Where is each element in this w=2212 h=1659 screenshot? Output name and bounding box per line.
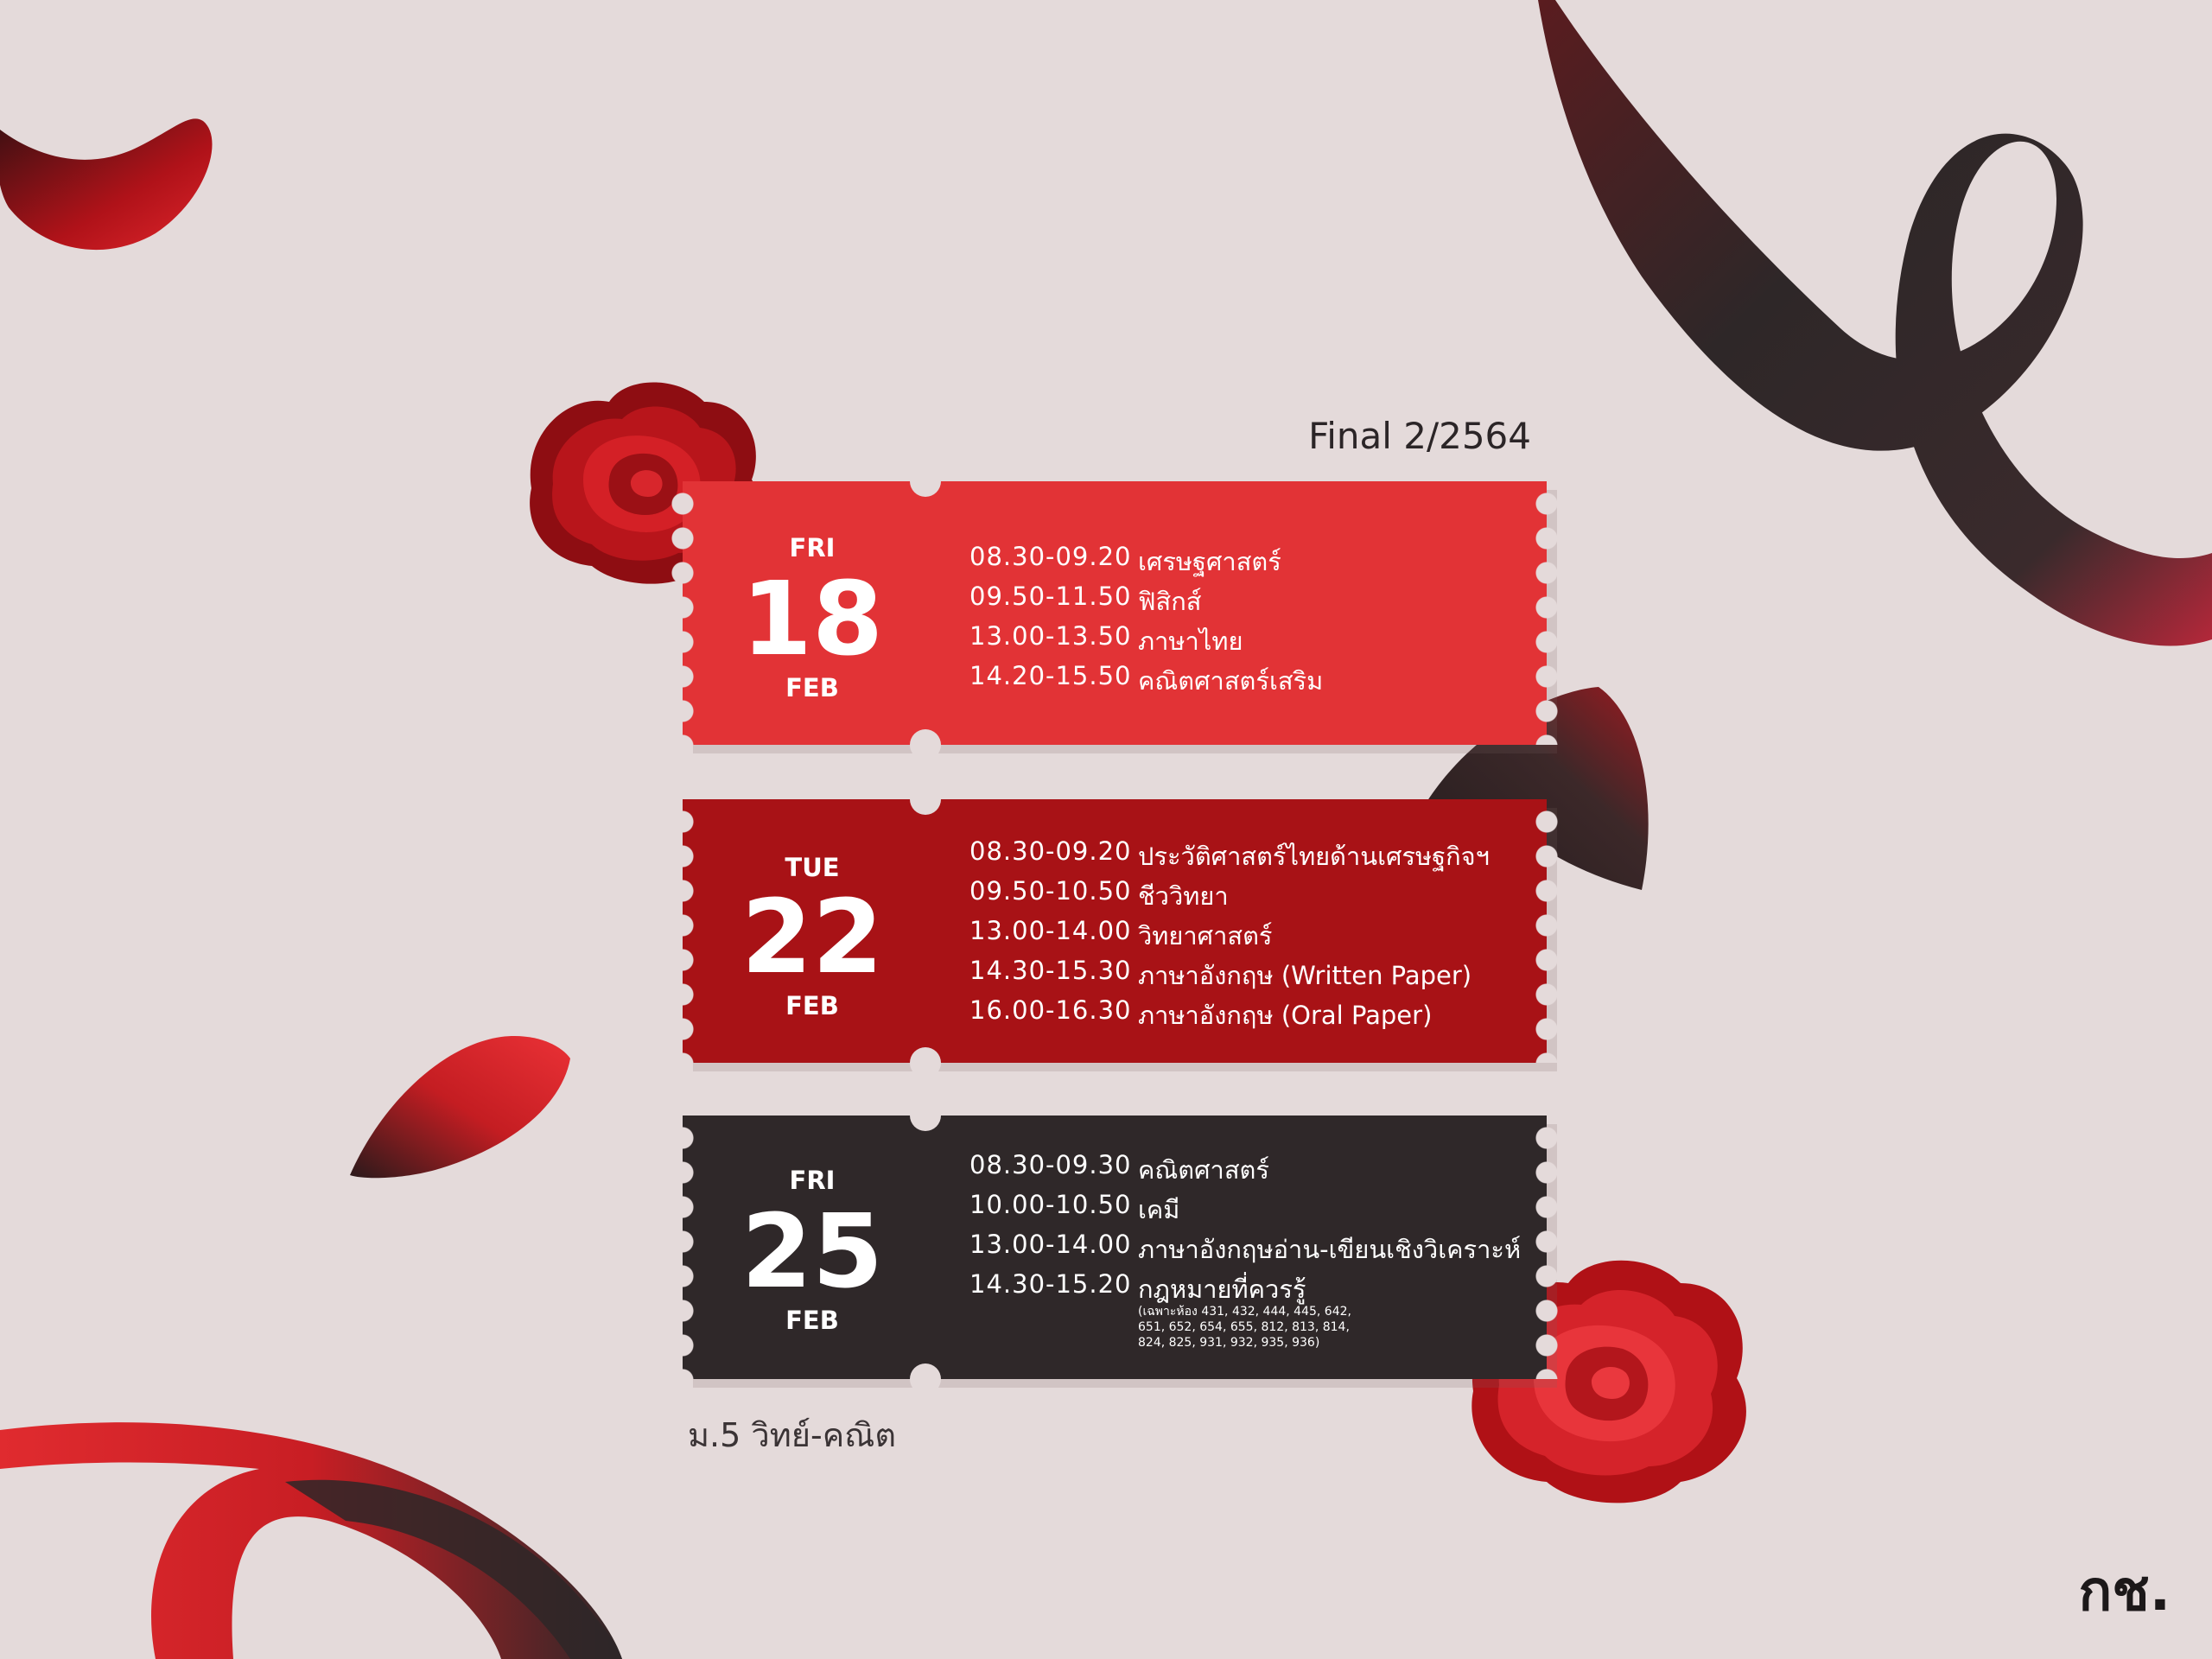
exam-subject: ชีววิทยา — [1138, 881, 1229, 911]
ticket-date: FRI 18 FEB — [683, 481, 942, 745]
room-note: (เฉพาะห้อง 431, 432, 444, 445, 642, 651,… — [1138, 1304, 1397, 1351]
ticket-day: FRI — [789, 1166, 836, 1195]
exam-time: 13.00-13.50 — [969, 621, 1132, 651]
exam-ticket-3: FRI 25 FEB 08.30-09.30 คณิตศาสตร์ 10.00-1… — [671, 1100, 1559, 1395]
exam-time: 13.00-14.00 — [969, 916, 1132, 945]
room-note-line: 824, 825, 931, 932, 935, 936) — [1138, 1336, 1320, 1350]
petal-middle-left — [350, 1036, 570, 1179]
exam-subject: เคมี — [1138, 1195, 1180, 1224]
room-note-line: (เฉพาะห้อง 431, 432, 444, 445, 642, — [1138, 1305, 1351, 1319]
ticket-month: FEB — [785, 673, 839, 702]
exam-subject: ภาษาอังกฤษ (Oral Paper) — [1138, 1001, 1433, 1030]
ticket-date-number: 18 — [741, 559, 884, 678]
exam-subject: ภาษาอังกฤษ (Written Paper) — [1138, 961, 1472, 990]
exam-time: 14.30-15.30 — [969, 956, 1132, 985]
logo-mark: กช. — [2078, 1560, 2171, 1624]
exam-time: 08.30-09.20 — [969, 542, 1132, 571]
room-note-line: 651, 652, 654, 655, 812, 813, 814, — [1138, 1320, 1350, 1334]
exam-subject: คณิตศาสตร์ — [1138, 1155, 1269, 1185]
exam-time: 14.20-15.50 — [969, 661, 1132, 690]
exam-subject: ภาษาไทย — [1138, 626, 1243, 656]
exam-time: 09.50-10.50 — [969, 876, 1132, 906]
ticket-month: FEB — [785, 1306, 839, 1335]
petal-top-left — [0, 118, 213, 250]
ticket-day: FRI — [789, 533, 836, 563]
exam-subject: ฟิสิกส์ — [1138, 587, 1202, 616]
ribbon-bottom-left — [0, 1422, 622, 1659]
ticket-month: FEB — [785, 991, 839, 1020]
exam-subject: คณิตศาสตร์เสริม — [1138, 666, 1324, 696]
ticket-date: FRI 25 FEB — [683, 1116, 942, 1379]
exam-subject: ประวัติศาสตร์ไทยด้านเศรษฐกิจฯ — [1138, 842, 1490, 871]
grade-label: ม.5 วิทย์-คณิต — [688, 1416, 897, 1454]
exam-time: 08.30-09.20 — [969, 836, 1132, 866]
exam-subject: วิทยาศาสตร์ — [1138, 921, 1273, 950]
exam-time: 14.30-15.20 — [969, 1269, 1132, 1299]
exam-ticket-1: FRI 18 FEB 08.30-09.20 เศรษฐศาสตร์ 09.50-… — [671, 466, 1559, 760]
exam-time: 08.30-09.30 — [969, 1150, 1132, 1179]
exam-time: 13.00-14.00 — [969, 1230, 1132, 1259]
exam-ticket-2: TUE 22 FEB 08.30-09.20 ประวัติศาสตร์ไทยด้… — [671, 784, 1559, 1078]
exam-time: 09.50-11.50 — [969, 582, 1132, 611]
exam-subject: ภาษาอังกฤษอ่าน-เขียนเชิงวิเคราะห์ — [1138, 1235, 1522, 1264]
exam-title: Final 2/2564 — [1308, 415, 1531, 457]
exam-subject: เศรษฐศาสตร์ — [1138, 547, 1281, 576]
ticket-date: TUE 22 FEB — [683, 799, 942, 1063]
ticket-date-number: 25 — [741, 1192, 884, 1311]
ribbon-top-right — [1538, 0, 2212, 646]
ticket-date-number: 22 — [741, 877, 884, 996]
exam-time: 10.00-10.50 — [969, 1190, 1132, 1219]
exam-time: 16.00-16.30 — [969, 995, 1132, 1025]
